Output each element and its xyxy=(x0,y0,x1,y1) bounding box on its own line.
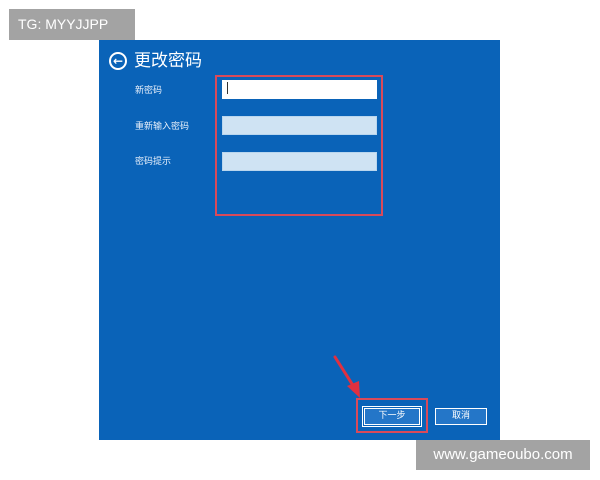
page-title: 更改密码 xyxy=(134,51,202,71)
watermark-bottom-right: www.gameoubo.com xyxy=(416,440,590,470)
text-caret xyxy=(227,82,228,94)
cancel-button[interactable]: 取消 xyxy=(435,408,487,425)
new-password-label: 新密码 xyxy=(135,86,163,96)
back-arrow-icon[interactable]: ← xyxy=(109,52,127,70)
watermark-top-left: TG: MYYJJPP xyxy=(9,9,135,40)
reenter-password-label: 重新输入密码 xyxy=(135,122,190,132)
password-hint-input[interactable] xyxy=(222,152,377,171)
change-password-panel: ← 更改密码 新密码 重新输入密码 密码提示 下一步 取消 xyxy=(99,40,500,440)
new-password-input[interactable] xyxy=(222,80,377,99)
title-row: ← 更改密码 xyxy=(109,50,202,72)
reenter-password-input[interactable] xyxy=(222,116,377,135)
password-hint-label: 密码提示 xyxy=(135,157,172,167)
red-arrow-annotation-icon xyxy=(333,355,360,398)
next-button[interactable]: 下一步 xyxy=(363,407,421,426)
